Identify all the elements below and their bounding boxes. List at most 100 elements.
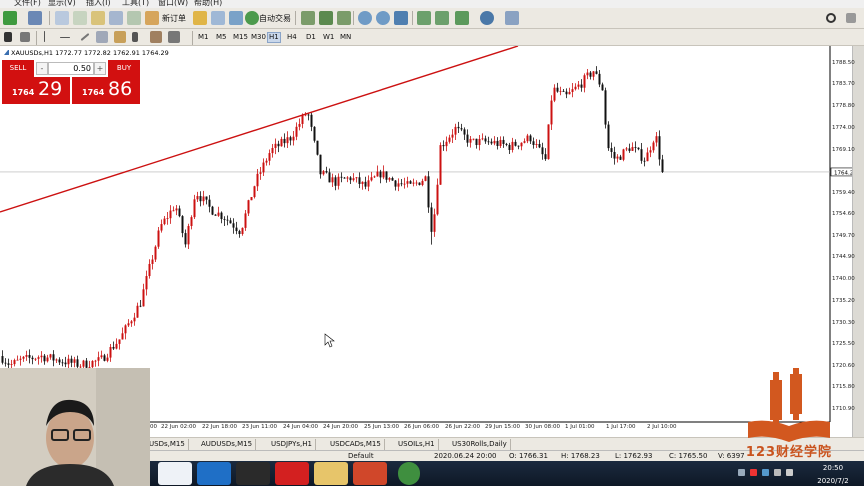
crosshair-icon[interactable] xyxy=(20,32,30,42)
menu-view[interactable]: 显示(V) xyxy=(48,0,76,8)
tab-usds-m15[interactable]: USDs,M15 xyxy=(146,439,189,450)
taskbar-clock[interactable]: 20:50 2020/7/2 xyxy=(808,463,858,486)
clock-time: 20:50 xyxy=(822,464,844,472)
sell-button[interactable]: SELL xyxy=(2,60,34,77)
period-mn[interactable]: MN xyxy=(339,32,352,43)
candle-body xyxy=(526,135,529,142)
obs-icon[interactable] xyxy=(236,462,270,485)
period-d1[interactable]: D1 xyxy=(305,32,317,43)
new-order-icon[interactable] xyxy=(145,11,159,25)
lot-increase-button[interactable]: + xyxy=(94,62,106,75)
zoom-in-icon[interactable] xyxy=(358,11,372,25)
metaeditor-icon[interactable] xyxy=(193,11,207,25)
candle-body xyxy=(466,134,469,143)
brand-watermark: 123财经学院 xyxy=(742,368,836,460)
data-window-icon[interactable] xyxy=(73,11,87,25)
auto-trading-button[interactable]: 自动交易 xyxy=(259,13,291,24)
experts-icon[interactable] xyxy=(211,11,225,25)
period-h1[interactable]: H1 xyxy=(267,32,281,43)
candlestick-icon[interactable] xyxy=(319,11,333,25)
tile-windows-icon[interactable] xyxy=(394,11,408,25)
menu-file[interactable]: 文件(F) xyxy=(14,0,41,8)
candle-body xyxy=(214,214,217,216)
buy-button[interactable]: BUY xyxy=(108,60,140,77)
terminal-icon[interactable] xyxy=(109,11,123,25)
tab-audusds-m15[interactable]: AUDUSDs,M15 xyxy=(198,439,257,450)
trendline-icon[interactable] xyxy=(80,33,90,41)
candle-body xyxy=(586,72,589,76)
period-w1[interactable]: W1 xyxy=(322,32,335,43)
text-icon[interactable] xyxy=(132,32,138,42)
line-chart-icon[interactable] xyxy=(337,11,351,25)
candle-body xyxy=(406,181,409,184)
period-m15[interactable]: M15 xyxy=(232,32,249,43)
candle-body xyxy=(169,210,172,219)
tray-icon[interactable] xyxy=(738,469,745,476)
auto-scroll-icon[interactable] xyxy=(435,11,449,25)
status-low: L: 1762.93 xyxy=(615,452,653,460)
label-icon[interactable] xyxy=(150,31,162,43)
candle-body xyxy=(16,359,19,361)
new-order-button[interactable]: 新订单 xyxy=(162,13,186,24)
candle-body xyxy=(1,356,4,363)
chart-shift-icon[interactable] xyxy=(417,11,431,25)
market-watch-icon[interactable] xyxy=(55,11,69,25)
candle-body xyxy=(388,178,391,180)
navigator-icon[interactable] xyxy=(91,11,105,25)
candle-body xyxy=(46,357,49,362)
period-m30[interactable]: M30 xyxy=(250,32,267,43)
period-m1[interactable]: M1 xyxy=(197,32,210,43)
network-icon[interactable] xyxy=(774,469,781,476)
strategy-tester-icon[interactable] xyxy=(127,11,141,25)
candle-body xyxy=(295,126,298,137)
period-h4[interactable]: H4 xyxy=(286,32,298,43)
arrows-icon[interactable] xyxy=(168,31,180,43)
bar-chart-icon[interactable] xyxy=(301,11,315,25)
folder-icon[interactable] xyxy=(314,462,348,485)
bluetooth-icon[interactable] xyxy=(762,469,769,476)
bid-quote[interactable]: 1764 29 xyxy=(2,77,70,104)
zoom-out-icon[interactable] xyxy=(376,11,390,25)
powerpoint-icon[interactable] xyxy=(353,462,387,485)
tab-us30rolls-daily[interactable]: US30Rolls,Daily xyxy=(449,439,511,450)
candle-body xyxy=(94,360,97,362)
templates-icon[interactable] xyxy=(505,11,519,25)
period-m5[interactable]: M5 xyxy=(215,32,228,43)
periods-icon[interactable] xyxy=(480,11,494,25)
profiles-icon[interactable] xyxy=(28,11,42,25)
tray-icon[interactable] xyxy=(750,469,757,476)
search-icon[interactable] xyxy=(826,13,836,23)
signals-icon[interactable] xyxy=(229,11,243,25)
menu-tools[interactable]: 工具(T) xyxy=(122,0,149,8)
menu-window[interactable]: 窗口(W) xyxy=(158,0,188,8)
chrome-icon[interactable] xyxy=(398,462,420,485)
tab-usoils-h1[interactable]: USOILs,H1 xyxy=(395,439,439,450)
tab-usdjpys-h1[interactable]: USDJPYs,H1 xyxy=(268,439,316,450)
internet-explorer-icon[interactable] xyxy=(197,462,231,485)
horizontal-line-icon[interactable] xyxy=(60,37,70,38)
trading-app-icon[interactable] xyxy=(275,462,309,485)
volume-icon[interactable] xyxy=(786,469,793,476)
lot-size-input[interactable]: 0.50 xyxy=(48,62,94,75)
time-axis-label: 22 Jun 02:00 xyxy=(161,424,196,430)
menu-insert[interactable]: 插入(I) xyxy=(86,0,111,8)
indicators-icon[interactable] xyxy=(455,11,469,25)
chart-title-text: XAUUSDs,H1 1772.77 1772.82 1762.91 1764.… xyxy=(11,49,169,57)
auto-trading-icon[interactable] xyxy=(245,11,259,25)
candle-body xyxy=(280,138,283,147)
tab-usdcads-m15[interactable]: USDCADs,M15 xyxy=(327,439,385,450)
candle-body xyxy=(649,150,652,153)
file-icon[interactable] xyxy=(158,462,192,485)
candle-body xyxy=(292,136,295,141)
chat-icon[interactable] xyxy=(846,13,856,23)
cursor-icon[interactable] xyxy=(4,32,12,42)
menu-help[interactable]: 帮助(H) xyxy=(194,0,222,8)
status-volume: V: 6397 xyxy=(718,452,745,460)
new-chart-icon[interactable] xyxy=(3,11,17,25)
vertical-line-icon[interactable] xyxy=(44,31,45,42)
channel-icon[interactable] xyxy=(96,31,108,43)
price-axis-label: 1769.10 xyxy=(832,146,855,153)
fibonacci-icon[interactable] xyxy=(114,31,126,43)
lot-decrease-button[interactable]: - xyxy=(36,62,48,75)
ask-quote[interactable]: 1764 86 xyxy=(72,77,140,104)
